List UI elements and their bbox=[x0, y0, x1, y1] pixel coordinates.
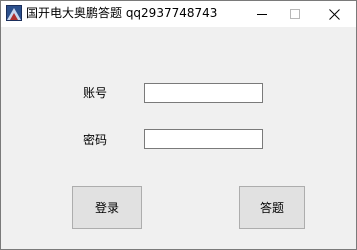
app-window: 国开电大奥鹏答题 qq2937748743 账号 密码 登录 答题 bbox=[0, 0, 357, 250]
close-button[interactable] bbox=[312, 1, 356, 27]
close-icon bbox=[328, 8, 340, 20]
password-input[interactable] bbox=[144, 129, 263, 149]
window-title: 国开电大奥鹏答题 qq2937748743 bbox=[26, 6, 218, 20]
answer-button[interactable]: 答题 bbox=[239, 186, 305, 229]
login-button[interactable]: 登录 bbox=[72, 186, 142, 229]
account-input[interactable] bbox=[144, 83, 263, 103]
maximize-icon bbox=[290, 9, 300, 19]
maximize-button[interactable] bbox=[273, 1, 317, 27]
app-logo-icon bbox=[6, 5, 22, 21]
minimize-icon bbox=[257, 9, 267, 19]
password-label: 密码 bbox=[83, 133, 108, 147]
account-label: 账号 bbox=[83, 86, 108, 100]
title-bar[interactable]: 国开电大奥鹏答题 qq2937748743 bbox=[1, 1, 356, 27]
